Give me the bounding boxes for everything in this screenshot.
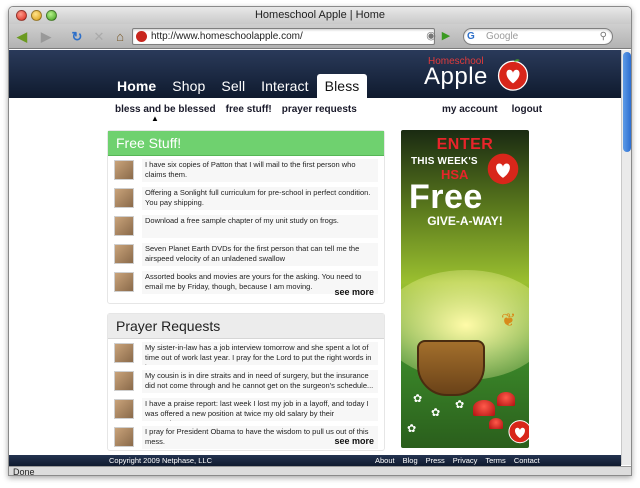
- free-stuff-text[interactable]: Seven Planet Earth DVDs for the first pe…: [142, 243, 378, 266]
- avatar[interactable]: [114, 188, 134, 208]
- footer-press-link[interactable]: Press: [426, 455, 445, 466]
- footer-about-link[interactable]: About: [375, 455, 395, 466]
- reload-icon[interactable]: ↻: [69, 28, 85, 45]
- close-window-button[interactable]: [16, 10, 27, 21]
- browser-window: Homeschool Apple | Home ◀ ▶ ↻ ✕ ⌂ http:/…: [8, 6, 632, 476]
- free-stuff-item[interactable]: Download a free sample chapter of my uni…: [114, 215, 380, 240]
- site-favicon-icon: [136, 31, 147, 42]
- forward-arrow-icon[interactable]: ▶: [37, 28, 55, 45]
- nav-sell[interactable]: Sell: [213, 74, 253, 98]
- address-text[interactable]: http://www.homeschoolapple.com/: [151, 29, 303, 44]
- avatar[interactable]: [114, 399, 134, 419]
- address-bar[interactable]: http://www.homeschoolapple.com/: [132, 28, 435, 45]
- mushroom-illustration: [489, 418, 503, 429]
- apple-heart-icon: [497, 59, 529, 91]
- active-caret-icon: ▲: [151, 114, 159, 123]
- nav-home[interactable]: Home: [109, 74, 164, 98]
- daisy-icon: ✿: [413, 393, 423, 405]
- minimize-window-button[interactable]: [31, 10, 42, 21]
- free-stuff-text[interactable]: Download a free sample chapter of my uni…: [142, 215, 378, 238]
- site-footer: Copyright 2009 Netphase, LLC About Blog …: [9, 455, 621, 466]
- status-text: Done: [13, 467, 35, 476]
- footer-blog-link[interactable]: Blog: [403, 455, 418, 466]
- avatar[interactable]: [114, 343, 134, 363]
- free-stuff-text[interactable]: I have six copies of Patton that I will …: [142, 159, 378, 182]
- prayer-request-text[interactable]: My sister-in-law has a job interview tom…: [142, 342, 378, 365]
- ad-apple-heart-icon: [487, 153, 519, 185]
- giveaway-ad-banner[interactable]: ENTER THIS WEEK'S HSA Free GIVE-A-WAY! ❦…: [401, 130, 529, 448]
- main-nav: Home Shop Sell Interact Bless: [109, 74, 368, 98]
- mushroom-illustration: [497, 392, 515, 406]
- ad-this-weeks-text: THIS WEEK'S: [411, 156, 478, 167]
- prayer-requests-panel: Prayer Requests My sister-in-law has a j…: [107, 313, 385, 451]
- daisy-icon: ✿: [407, 423, 417, 435]
- ad-free-text: Free: [409, 178, 483, 216]
- prayer-request-item[interactable]: I have a praise report: last week I lost…: [114, 398, 380, 423]
- footer-terms-link[interactable]: Terms: [485, 455, 505, 466]
- zoom-window-button[interactable]: [46, 10, 57, 21]
- avatar[interactable]: [114, 371, 134, 391]
- daisy-icon: ✿: [455, 399, 465, 411]
- free-stuff-item[interactable]: I have six copies of Patton that I will …: [114, 159, 380, 184]
- footer-contact-link[interactable]: Contact: [514, 455, 540, 466]
- stop-icon[interactable]: ✕: [91, 28, 107, 45]
- butterfly-icon: ❦: [501, 310, 517, 330]
- search-icon[interactable]: ⚲: [600, 29, 607, 44]
- copyright-text: Copyright 2009 Netphase, LLC: [109, 456, 212, 465]
- nav-shop[interactable]: Shop: [164, 74, 213, 98]
- subnav-right: my account logout: [442, 104, 542, 115]
- basket-illustration: [417, 340, 485, 396]
- avatar[interactable]: [114, 216, 134, 236]
- search-field[interactable]: G Google ⚲: [463, 28, 613, 45]
- daisy-icon: ✿: [431, 407, 441, 419]
- prayer-request-text[interactable]: I have a praise report: last week I lost…: [142, 398, 378, 421]
- free-stuff-item[interactable]: Offering a Sonlight full curriculum for …: [114, 187, 380, 212]
- sub-nav: bless and be blessed free stuff! prayer …: [9, 98, 621, 123]
- free-stuff-text[interactable]: Offering a Sonlight full curriculum for …: [142, 187, 378, 210]
- subnav-bless-and-be-blessed[interactable]: bless and be blessed: [115, 104, 216, 115]
- scrollbar-thumb[interactable]: [623, 52, 631, 152]
- nav-interact[interactable]: Interact: [253, 74, 317, 98]
- back-arrow-icon[interactable]: ◀: [13, 28, 31, 45]
- site-header: Home Shop Sell Interact Bless Homeschool…: [9, 50, 621, 98]
- subnav-free-stuff[interactable]: free stuff!: [226, 104, 272, 115]
- ad-giveaway-text: GIVE-A-WAY!: [427, 214, 503, 228]
- google-icon[interactable]: G: [467, 30, 479, 43]
- vertical-scrollbar[interactable]: [621, 50, 631, 465]
- status-bar: Done: [9, 466, 631, 476]
- prayer-requests-see-more-link[interactable]: see more: [334, 436, 374, 446]
- browser-toolbar: ◀ ▶ ↻ ✕ ⌂ http://www.homeschoolapple.com…: [9, 24, 631, 49]
- prayer-request-text[interactable]: My cousin is in dire straits and in need…: [142, 370, 378, 393]
- go-arrow-icon[interactable]: ▶: [439, 28, 453, 45]
- prayer-request-item[interactable]: My cousin is in dire straits and in need…: [114, 370, 380, 395]
- free-stuff-see-more-link[interactable]: see more: [334, 287, 374, 297]
- prayer-request-item[interactable]: My sister-in-law has a job interview tom…: [114, 342, 380, 367]
- web-page: Home Shop Sell Interact Bless Homeschool…: [9, 50, 621, 466]
- avatar[interactable]: [114, 160, 134, 180]
- free-stuff-title: Free Stuff!: [108, 131, 384, 156]
- title-bar: Homeschool Apple | Home: [9, 7, 631, 24]
- window-title: Homeschool Apple | Home: [254, 9, 386, 21]
- logout-link[interactable]: logout: [512, 104, 543, 115]
- mushroom-illustration: [473, 400, 495, 416]
- site-logo[interactable]: Homeschool Apple: [424, 53, 534, 101]
- free-stuff-panel: Free Stuff! I have six copies of Patton …: [107, 130, 385, 304]
- avatar[interactable]: [114, 244, 134, 264]
- avatar[interactable]: [114, 427, 134, 447]
- prayer-requests-title: Prayer Requests: [108, 314, 384, 339]
- home-icon[interactable]: ⌂: [112, 28, 128, 45]
- free-stuff-item[interactable]: Seven Planet Earth DVDs for the first pe…: [114, 243, 380, 268]
- ad-corner-apple-icon: [508, 420, 529, 444]
- rss-icon[interactable]: ◉: [425, 28, 437, 45]
- nav-bless[interactable]: Bless: [316, 74, 368, 98]
- my-account-link[interactable]: my account: [442, 104, 498, 115]
- footer-links: About Blog Press Privacy Terms Contact: [375, 455, 540, 466]
- subnav-prayer-requests[interactable]: prayer requests: [282, 104, 357, 115]
- search-placeholder[interactable]: Google: [486, 29, 518, 44]
- avatar[interactable]: [114, 272, 134, 292]
- footer-privacy-link[interactable]: Privacy: [453, 455, 478, 466]
- logo-apple-text: Apple: [424, 63, 488, 90]
